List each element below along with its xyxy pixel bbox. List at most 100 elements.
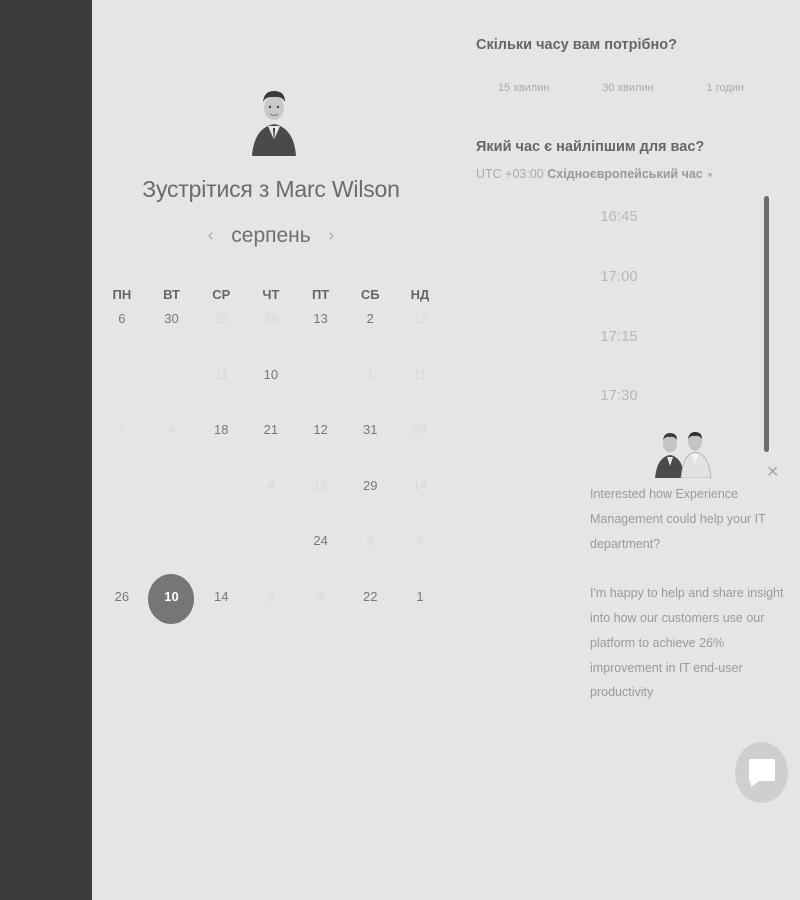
calendar-day: 4 [395,526,445,582]
time-slot-scrollbar[interactable] [764,196,769,452]
duration-option[interactable]: 30 хвилин [580,82,675,94]
calendar-day: 3 [345,526,395,582]
duration-question: Скільки часу вам потрібно? [476,37,677,53]
calendar-day-number: 13 [313,311,328,326]
calendar-day: 5 [246,582,296,638]
calendar-week-row: 26 10 14 5 4 22 1 [97,573,445,638]
calendar-day [296,360,346,416]
calendar-day-number: 21 [263,422,279,438]
month-label: серпень [231,224,311,247]
calendar-day[interactable]: 6 [97,304,147,360]
calendar-day: 11 [395,360,445,416]
chevron-left-icon[interactable]: ‹ [208,225,214,245]
calendar-day: 12 [296,471,346,527]
weekday-header: ПН ВТ СР ЧТ ПТ СБ НД [97,287,445,302]
time-slot[interactable]: 17:15 [560,328,678,388]
weekday-label: ПН [112,287,132,302]
weekday-label: ВТ [163,287,180,302]
weekday-label: ПТ [311,287,330,302]
timezone-offset: UTC +03:00 [476,167,544,181]
month-navigation: ‹ серпень › [100,224,442,248]
duration-option[interactable]: 15 хвилин [476,82,571,94]
calendar-day[interactable]: 1 [395,582,445,638]
time-slot[interactable]: 16:45 [560,208,678,268]
calendar-day [246,526,296,582]
chat-launcher-button[interactable] [735,742,788,803]
calendar-day: 14 [395,471,445,527]
calendar-day-number: 6 [118,311,126,326]
calendar-day[interactable]: 31 [345,415,395,471]
calendar-day-number: 3 [366,533,374,549]
caret-down-icon: ▾ [707,170,713,180]
timezone-name: Східноєвропейський час [547,167,703,181]
calendar-day: 24 [395,415,445,471]
calendar-day [97,360,147,416]
chat-bubble-icon [748,758,775,787]
calendar-day-number: 7 [118,422,126,438]
calendar-day-number: 4 [416,533,424,549]
calendar-day: 11 [196,360,246,416]
calendar-week-row: 4 12 29 14 [97,471,445,527]
chat-agents-avatar [655,432,712,478]
calendar-day-number: 12 [313,477,328,493]
calendar-day [97,471,147,527]
calendar-day-number: 30 [164,311,179,326]
calendar-day-number: 24 [412,422,428,438]
calendar-day [97,526,147,582]
calendar-day-number: 14 [213,588,229,604]
calendar-day-number: 4 [267,477,275,493]
chat-paragraph-1: Interested how Experience Management cou… [590,487,766,551]
calendar-day-number: 5 [267,588,275,604]
calendar-day: 7 [97,415,147,471]
weekday-label: СБ [360,287,380,302]
weekday-label: ЧТ [262,287,280,302]
calendar-day-number: 29 [363,477,378,493]
calendar-day [147,360,197,416]
duration-option[interactable]: 1 годин [685,82,766,94]
calendar-day-number: 11 [413,366,427,382]
calendar-day[interactable]: 22 [345,582,395,638]
calendar-day[interactable]: 26 [97,582,147,638]
calendar-day-number: 24 [313,533,328,549]
time-slot-list: 16:45 17:00 17:15 17:30 [560,208,678,447]
calendar-day: 22 [196,304,246,360]
close-icon[interactable]: ✕ [766,465,779,481]
calendar-week-row: 11 10 1 11 [97,360,445,416]
calendar-day: 4 [296,582,346,638]
calendar-day[interactable]: 14 [196,582,246,638]
calendar-day-number: 4 [167,422,176,438]
calendar-grid: 6 30 22 28 13 2 12 11 10 1 11 7 4 18 21 12 31 24 4 12 29 14 24… [97,304,445,638]
calendar-day-number: 31 [363,422,378,438]
calendar-day[interactable]: 2 [345,304,395,360]
calendar-day-selected[interactable]: 10 [147,573,197,638]
calendar-day[interactable]: 24 [296,526,346,582]
timezone-selector[interactable]: UTC +03:00 Східноєвропейський час ▾ [476,167,712,181]
calendar-day-number: 2 [366,311,374,326]
calendar-day-number: 18 [213,422,229,438]
host-avatar [252,91,296,156]
calendar-day[interactable]: 10 [246,360,296,416]
calendar-day-number: 12 [412,311,428,326]
time-slot[interactable]: 17:00 [560,268,678,328]
calendar-day[interactable]: 12 [296,415,346,471]
title-prefix: Зустрітися з [142,176,270,202]
weekday-label: НД [410,287,430,302]
calendar-day: 12 [395,304,445,360]
calendar-day-number: 22 [363,588,378,604]
calendar-day[interactable]: 18 [196,415,246,471]
calendar-day[interactable]: 30 [147,304,197,360]
calendar-day: 4 [246,471,296,527]
left-sidebar [0,0,92,900]
calendar-day-number: 1 [416,588,424,604]
calendar-day: 28 [246,304,296,360]
calendar-day[interactable]: 21 [246,415,296,471]
calendar-day: 1 [345,360,395,416]
calendar-day-number: 28 [263,311,279,326]
calendar-day-number: 4 [316,588,325,604]
chevron-right-icon[interactable]: › [329,225,335,245]
weekday-label: СР [212,287,231,302]
calendar-day[interactable]: 29 [345,471,395,527]
chat-paragraph-2: I'm happy to help and share insight into… [590,586,784,700]
calendar-day [147,471,197,527]
calendar-day[interactable]: 13 [296,304,346,360]
